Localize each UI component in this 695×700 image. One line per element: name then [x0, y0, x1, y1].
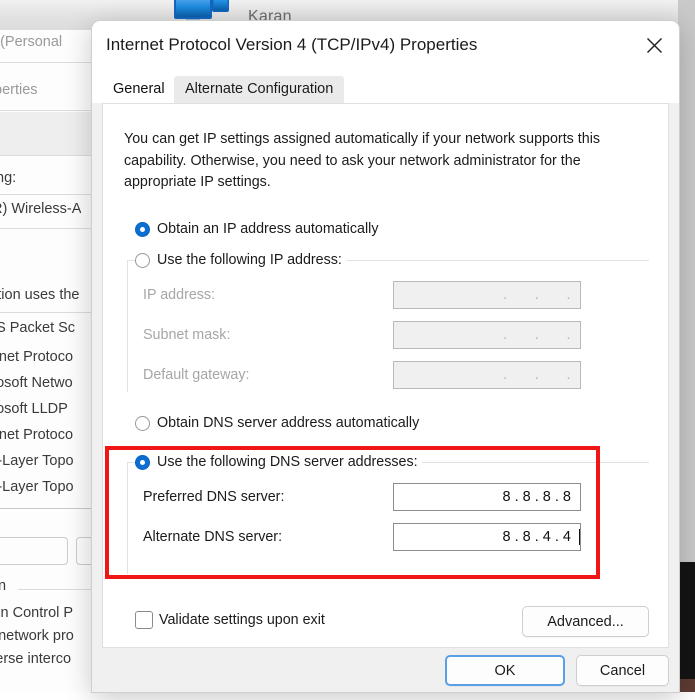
radio-indicator-selected	[135, 454, 150, 470]
radio-obtain-ip-automatically[interactable]: Obtain an IP address automatically	[135, 221, 378, 237]
checkbox-indicator	[135, 611, 153, 629]
dialog-titlebar: Internet Protocol Version 4 (TCP/IPv4) P…	[92, 21, 679, 70]
close-button[interactable]	[629, 21, 679, 70]
radio-indicator-selected	[135, 221, 150, 237]
tab-general[interactable]: General	[102, 76, 176, 103]
advanced-button[interactable]: Advanced...	[522, 606, 649, 637]
radio-use-following-dns[interactable]: Use the following DNS server addresses:	[135, 454, 422, 470]
desktop-bottom-area	[0, 692, 695, 700]
label-default-gateway: Default gateway:	[143, 367, 250, 383]
ip-group-left-rule	[127, 260, 128, 392]
background-divider	[0, 228, 92, 229]
input-ip-address-value: . . .	[503, 287, 571, 303]
tab-strip: General Alternate Configuration	[92, 70, 679, 103]
radio-indicator-unselected	[135, 252, 150, 268]
background-line-3: R) Wireless-A	[0, 201, 82, 217]
dialog-title: Internet Protocol Version 4 (TCP/IPv4) P…	[106, 35, 478, 54]
input-default-gateway: . . .	[393, 361, 581, 389]
background-line-8: crosoft LLDP	[0, 401, 68, 417]
background-line-15: a network pro	[0, 628, 74, 644]
background-line-6: ernet Protoco	[0, 349, 74, 365]
background-divider	[0, 62, 92, 63]
background-line-2: ng:	[0, 170, 17, 186]
radio-indicator-unselected	[135, 415, 150, 431]
background-line-7: crosoft Netwo	[0, 375, 73, 391]
radio-label: Obtain an IP address automatically	[157, 221, 379, 237]
background-line-13: n	[0, 578, 7, 594]
radio-label: Use the following DNS server addresses:	[157, 454, 418, 470]
description-text: You can get IP settings assigned automat…	[124, 131, 601, 190]
label-ip-address: IP address:	[143, 287, 216, 303]
background-line-11: nk-Layer Topo	[0, 479, 74, 495]
input-default-gateway-value: . . .	[503, 367, 571, 383]
background-highlight	[0, 112, 92, 156]
checkbox-validate-settings-upon-exit[interactable]: Validate settings upon exit	[135, 611, 325, 629]
background-install-button[interactable]: ll...	[0, 537, 68, 565]
label-preferred-dns-server: Preferred DNS server:	[143, 489, 285, 505]
background-line-16: verse interco	[0, 651, 72, 667]
background-divider	[0, 312, 92, 313]
label-subnet-mask: Subnet mask:	[143, 327, 231, 343]
close-icon	[646, 38, 662, 53]
background-divider	[0, 508, 92, 509]
background-line-4: ction uses the	[0, 287, 80, 303]
background-line-1: perties	[0, 82, 38, 98]
input-alternate-dns-server[interactable]: 8 . 8 . 4 . 4	[393, 523, 581, 551]
background-line-5: oS Packet Sc	[0, 320, 76, 336]
radio-label: Use the following IP address:	[157, 252, 342, 268]
checkbox-label: Validate settings upon exit	[159, 612, 325, 628]
radio-label: Obtain DNS server address automatically	[157, 415, 420, 431]
dialog-content-panel: You can get IP settings assigned automat…	[102, 103, 669, 648]
background-right-edge	[678, 0, 695, 562]
background-line-14: sion Control P	[0, 605, 74, 621]
background-line-0: e (Personal	[0, 34, 63, 50]
background-line-10: nk-Layer Topo	[0, 453, 74, 469]
background-line-9: ernet Protoco	[0, 427, 74, 443]
screen: Karan e (Personal perties ng: R) Wireles…	[0, 0, 695, 700]
dns-group-left-rule	[127, 462, 128, 574]
input-preferred-dns-server-value: 8 . 8 . 8 . 8	[502, 489, 571, 505]
ok-button[interactable]: OK	[445, 655, 565, 686]
cancel-button[interactable]: Cancel	[576, 655, 669, 686]
radio-obtain-dns-automatically[interactable]: Obtain DNS server address automatically	[135, 415, 419, 431]
label-alternate-dns-server: Alternate DNS server:	[143, 529, 283, 545]
radio-use-following-ip[interactable]: Use the following IP address:	[135, 252, 346, 268]
tab-alternate-configuration[interactable]: Alternate Configuration	[174, 76, 345, 103]
tcpipv4-properties-dialog: Internet Protocol Version 4 (TCP/IPv4) P…	[92, 21, 679, 692]
text-caret	[579, 529, 580, 545]
input-subnet-mask-value: . . .	[503, 327, 571, 343]
input-preferred-dns-server[interactable]: 8 . 8 . 8 . 8	[393, 483, 581, 511]
background-divider	[0, 110, 92, 111]
input-subnet-mask: . . .	[393, 321, 581, 349]
desktop-dark-area	[678, 562, 695, 679]
background-divider	[0, 155, 92, 156]
background-divider	[0, 194, 92, 195]
input-ip-address: . . .	[393, 281, 581, 309]
input-alternate-dns-server-value: 8 . 8 . 4 . 4	[502, 529, 571, 545]
background-divider	[18, 589, 92, 590]
